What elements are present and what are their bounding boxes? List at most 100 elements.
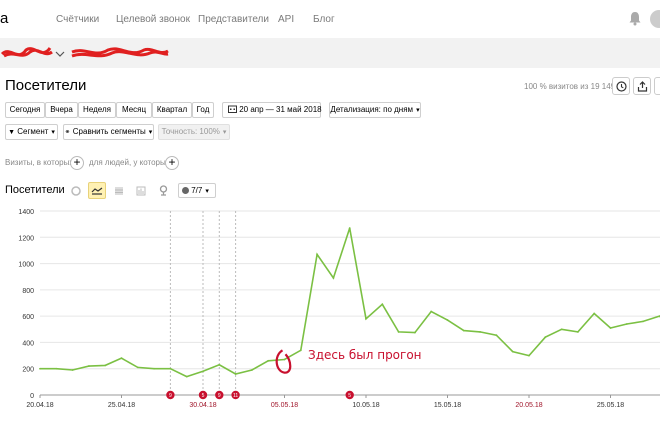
x-tick-label: 30.04.18 — [189, 402, 216, 409]
add-visit-filter-button[interactable]: + — [70, 156, 84, 170]
filter-icon: ▼ — [8, 129, 15, 136]
bell-icon[interactable] — [628, 11, 642, 26]
data-point — [234, 373, 237, 375]
data-point — [202, 370, 204, 373]
clock-icon — [615, 80, 627, 92]
metrics-selector[interactable]: 7/7 ▾ — [178, 183, 216, 198]
data-point — [414, 331, 416, 334]
y-tick-label: 200 — [22, 367, 34, 374]
data-point — [397, 331, 400, 333]
data-point — [185, 375, 188, 378]
date-range-picker[interactable]: 20 апр — 31 май 2018 — [222, 102, 322, 118]
period-week-button[interactable]: Неделя — [78, 102, 116, 118]
chart-type-line-button[interactable] — [88, 182, 106, 199]
y-tick-label: 0 — [30, 393, 34, 400]
pie-chart-icon — [71, 185, 81, 196]
data-point — [55, 367, 58, 370]
data-point — [88, 365, 90, 367]
segment-dropdown[interactable]: ▼ Сегмент ▾ — [5, 124, 58, 140]
annotation-text: Здесь был прогон — [308, 348, 422, 362]
date-range-label: 20 апр — 31 май 2018 — [239, 105, 322, 114]
data-point — [71, 369, 74, 371]
data-point — [267, 359, 270, 362]
y-tick-label: 400 — [22, 340, 34, 347]
line-chart-icon — [91, 187, 103, 195]
data-point — [495, 334, 498, 337]
data-point — [544, 336, 547, 339]
y-tick-label: 800 — [22, 288, 34, 295]
data-point — [430, 310, 433, 313]
logo[interactable]: a — [0, 10, 8, 27]
data-point — [316, 253, 318, 256]
visits-sampling-note: 100 % визитов из 19 149 — [524, 82, 616, 91]
export-icon — [637, 80, 647, 92]
data-point — [218, 363, 221, 366]
area-chart-icon — [115, 186, 123, 195]
chart-type-area-button[interactable] — [110, 182, 128, 199]
compare-label: Сравнить сегменты — [72, 127, 146, 136]
people-filter-label: для людей, у которых — [89, 158, 170, 167]
nav-link-representatives[interactable]: Представители — [198, 14, 269, 25]
data-point — [446, 319, 449, 321]
data-point — [251, 369, 253, 371]
data-point — [332, 277, 335, 279]
chart-type-bar-button[interactable] — [132, 182, 150, 199]
nav-link-blog[interactable]: Блог — [313, 14, 335, 25]
data-point — [283, 358, 286, 361]
chart-section-title: Посетители — [5, 184, 65, 196]
x-tick-label: 20.05.18 — [515, 402, 542, 409]
data-point — [381, 303, 384, 306]
period-month-button[interactable]: Месяц — [116, 102, 152, 118]
x-tick-label: 05.05.18 — [271, 402, 298, 409]
data-point — [136, 366, 139, 369]
data-point — [348, 227, 351, 229]
detail-dropdown[interactable]: Детализация: по дням ▾ — [329, 102, 421, 118]
segment-label: Сегмент — [17, 127, 49, 136]
redaction-scribble — [0, 47, 169, 58]
data-point — [120, 357, 123, 360]
compare-icon: ⚭ — [64, 129, 71, 136]
period-quarter-button[interactable]: Квартал — [152, 102, 192, 118]
bar-chart-icon — [136, 186, 146, 195]
chart-type-map-button[interactable] — [154, 182, 172, 199]
data-point — [593, 312, 596, 315]
chevron-down-icon: ▾ — [205, 188, 209, 195]
compare-segments-dropdown[interactable]: ⚭ Сравнить сегменты ▾ — [63, 124, 154, 140]
data-point — [577, 331, 579, 333]
data-point — [365, 317, 367, 320]
period-today-button[interactable]: Сегодня — [5, 102, 45, 118]
y-tick-label: 1200 — [18, 235, 34, 242]
event-marker-label: 11 — [233, 393, 238, 399]
data-point — [511, 350, 514, 353]
event-marker-label: 5 — [202, 393, 205, 399]
nav-link-counters[interactable]: Счётчики — [56, 14, 99, 25]
data-point — [625, 323, 628, 325]
export-button[interactable] — [633, 77, 651, 95]
user-avatar[interactable] — [650, 10, 660, 28]
chevron-down-icon: ▾ — [222, 129, 227, 136]
period-year-button[interactable]: Год — [192, 102, 214, 118]
detail-label: Детализация: по дням — [330, 105, 414, 114]
data-point — [462, 329, 465, 332]
more-button[interactable] — [654, 77, 660, 95]
data-point — [609, 327, 612, 329]
x-tick-label: 10.05.18 — [352, 402, 379, 409]
add-people-filter-button[interactable]: + — [165, 156, 179, 170]
comment-icon — [182, 187, 189, 194]
visitors-line-chart[interactable]: 0 200 400 600 800 1000 1200 1400 20.04.18 25.04.1… — [0, 200, 660, 415]
x-tick-label: 25.04.18 — [108, 402, 135, 409]
data-point — [299, 349, 302, 352]
nav-link-api[interactable]: API — [278, 14, 294, 25]
data-point — [560, 328, 563, 331]
nav-link-target-call[interactable]: Целевой звонок — [116, 14, 190, 25]
page-title: Посетители — [5, 77, 87, 94]
chevron-down-icon: ▾ — [416, 107, 420, 114]
chart-type-pie-button[interactable] — [67, 182, 85, 199]
hand-drawn-circle — [275, 349, 292, 374]
map-pin-icon — [159, 185, 167, 196]
metrics-count: 7/7 — [191, 186, 203, 195]
history-button[interactable] — [612, 77, 630, 95]
period-yesterday-button[interactable]: Вчера — [45, 102, 78, 118]
top-navigation: a Счётчики Целевой звонок Представители … — [0, 0, 660, 38]
accuracy-dropdown[interactable]: Точность: 100% ▾ — [158, 124, 230, 140]
